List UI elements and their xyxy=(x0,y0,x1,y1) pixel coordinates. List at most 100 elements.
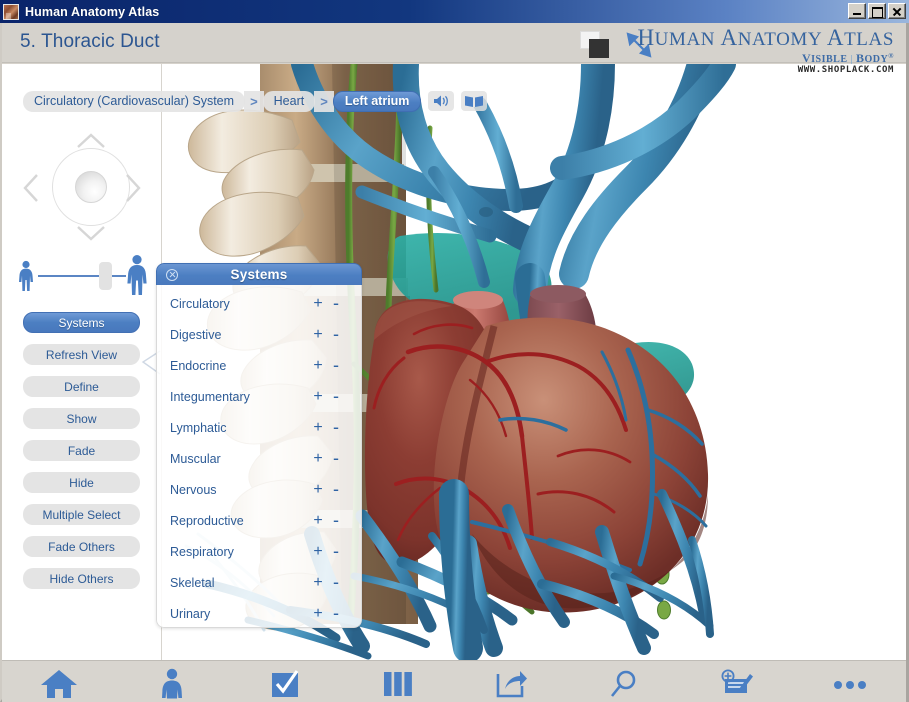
sidebar-item-fade[interactable]: Fade xyxy=(23,440,140,461)
hide-system-button[interactable]: - xyxy=(327,572,345,593)
toolbar-item-my-library[interactable]: My Library xyxy=(341,661,454,702)
breadcrumb-item-heart[interactable]: Heart xyxy=(262,90,316,112)
slider-track[interactable] xyxy=(38,275,126,277)
sidebar-item-show[interactable]: Show xyxy=(23,408,140,429)
page-title: 5. Thoracic Duct xyxy=(20,31,160,52)
large-person-icon xyxy=(124,254,150,301)
share-arrow-icon xyxy=(495,668,527,700)
slider-thumb[interactable] xyxy=(99,262,112,290)
sidebar-item-hide[interactable]: Hide xyxy=(23,472,140,493)
window-titlebar: Human Anatomy Atlas xyxy=(0,0,909,23)
show-system-button[interactable]: + xyxy=(309,419,327,437)
show-system-button[interactable]: + xyxy=(309,388,327,406)
system-label-circulatory: Circulatory xyxy=(170,296,230,311)
ellipsis-icon xyxy=(833,668,867,700)
close-button[interactable] xyxy=(888,3,906,19)
list-item[interactable]: Reproductive + - xyxy=(157,505,361,536)
sidebar-item-hide-others[interactable]: Hide Others xyxy=(23,568,140,589)
list-item[interactable]: Respiratory + - xyxy=(157,536,361,567)
sidebar-label-define: Define xyxy=(64,379,99,394)
system-label-respiratory: Respiratory xyxy=(170,544,234,559)
app-header: 5. Thoracic Duct HUMAN ANATOMY ATLAS VIS… xyxy=(2,23,906,65)
hide-system-button[interactable]: - xyxy=(327,448,345,469)
show-system-button[interactable]: + xyxy=(309,574,327,592)
breadcrumb-item-system[interactable]: Circulatory (Cardiovascular) System xyxy=(23,90,246,112)
toolbar-item-more[interactable]: More xyxy=(793,661,906,702)
navigation-pad[interactable] xyxy=(20,132,144,244)
main-content: Systems Refresh View Define Show Fade Hi… xyxy=(2,64,906,660)
list-item[interactable]: Nervous + - xyxy=(157,474,361,505)
show-system-button[interactable]: + xyxy=(309,543,327,561)
sidebar-label-fade: Fade xyxy=(67,443,96,458)
show-system-button[interactable]: + xyxy=(309,512,327,530)
hide-system-button[interactable]: - xyxy=(327,541,345,562)
sidebar-item-refresh-view[interactable]: Refresh View xyxy=(23,344,140,365)
hide-system-button[interactable]: - xyxy=(327,355,345,376)
toolbar-item-atlas[interactable]: Atlas xyxy=(115,661,228,702)
book-icon[interactable] xyxy=(461,91,488,111)
site-watermark: WWW.SHOPLACK.COM xyxy=(797,65,894,75)
toolbar-item-search[interactable]: Search xyxy=(567,661,680,702)
sidebar-item-systems[interactable]: Systems xyxy=(23,312,140,333)
small-person-icon xyxy=(16,260,36,297)
window-controls xyxy=(848,3,906,19)
list-item[interactable]: Circulatory + - xyxy=(157,288,361,319)
window-frame: 5. Thoracic Duct HUMAN ANATOMY ATLAS VIS… xyxy=(0,23,909,702)
sidebar-item-fade-others[interactable]: Fade Others xyxy=(23,536,140,557)
show-system-button[interactable]: + xyxy=(309,605,327,623)
inferior-vena-cava xyxy=(439,479,483,660)
system-label-skeletal: Skeletal xyxy=(170,575,215,590)
system-label-urinary: Urinary xyxy=(170,606,211,621)
list-item[interactable]: Urinary + - xyxy=(157,598,361,628)
sidebar-item-multiple-select[interactable]: Multiple Select xyxy=(23,504,140,525)
close-circle-icon[interactable] xyxy=(166,269,178,281)
show-system-button[interactable]: + xyxy=(309,326,327,344)
list-item[interactable]: Skeletal + - xyxy=(157,567,361,598)
bottom-toolbar: Home Atlas Quizzes xyxy=(2,660,906,702)
hide-system-button[interactable]: - xyxy=(327,510,345,531)
speaker-icon[interactable] xyxy=(428,91,455,111)
checkmark-box-icon xyxy=(270,668,300,700)
restore-window-icon[interactable] xyxy=(580,31,612,59)
sidebar-label-hide: Hide xyxy=(69,475,94,490)
show-system-button[interactable]: + xyxy=(309,295,327,313)
hide-system-button[interactable]: - xyxy=(327,479,345,500)
list-item[interactable]: Digestive + - xyxy=(157,319,361,350)
show-system-button[interactable]: + xyxy=(309,450,327,468)
system-label-muscular: Muscular xyxy=(170,451,221,466)
hide-system-button[interactable]: - xyxy=(327,293,345,314)
pan-knob[interactable] xyxy=(75,171,107,203)
toolbar-item-share[interactable]: Share xyxy=(454,661,567,702)
systems-panel-title: Systems xyxy=(230,267,288,282)
sidebar-label-systems: Systems xyxy=(58,315,105,330)
sidebar-label-fade-others: Fade Others xyxy=(48,539,115,554)
hide-system-button[interactable]: - xyxy=(327,386,345,407)
hide-system-button[interactable]: - xyxy=(327,324,345,345)
system-label-digestive: Digestive xyxy=(170,327,222,342)
breadcrumb-item-left-atrium[interactable]: Left atrium xyxy=(332,90,422,112)
magnifier-icon xyxy=(609,668,639,700)
person-icon xyxy=(158,668,186,700)
maximize-button[interactable] xyxy=(868,3,886,19)
home-icon xyxy=(39,668,79,700)
list-item[interactable]: Muscular + - xyxy=(157,443,361,474)
model-size-slider[interactable] xyxy=(12,254,152,296)
show-system-button[interactable]: + xyxy=(309,481,327,499)
list-item[interactable]: Integumentary + - xyxy=(157,381,361,412)
toolbar-item-home[interactable]: Home xyxy=(2,661,115,702)
hide-system-button[interactable]: - xyxy=(327,603,345,624)
brand-logo-title: HUMAN ANATOMY ATLAS xyxy=(637,25,894,50)
toolbar-item-create-notecard[interactable]: Create Notecard xyxy=(680,661,793,702)
show-system-button[interactable]: + xyxy=(309,357,327,375)
list-item[interactable]: Lymphatic + - xyxy=(157,412,361,443)
hide-system-button[interactable]: - xyxy=(327,417,345,438)
breadcrumb-separator-2: > xyxy=(314,90,334,112)
breadcrumb-separator-1: > xyxy=(244,90,264,112)
sidebar-item-define[interactable]: Define xyxy=(23,376,140,397)
toolbar-item-quizzes[interactable]: Quizzes xyxy=(228,661,341,702)
list-item[interactable]: Endocrine + - xyxy=(157,350,361,381)
minimize-button[interactable] xyxy=(848,3,866,19)
sidebar-label-refresh-view: Refresh View xyxy=(45,347,118,362)
sidebar-label-show: Show xyxy=(66,411,97,426)
sidebar-label-multiple-select: Multiple Select xyxy=(42,507,121,522)
